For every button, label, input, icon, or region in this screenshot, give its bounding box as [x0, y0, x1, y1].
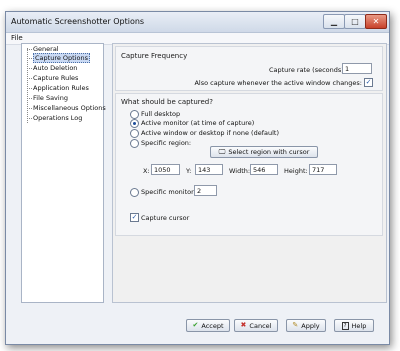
y-label: Y: — [186, 167, 192, 175]
also-capture-label: Also capture whenever the active window … — [194, 79, 362, 87]
capture-cursor-label: Capture cursor — [141, 214, 190, 222]
height-input[interactable]: 717 — [309, 164, 337, 175]
tree-item-capture-rules[interactable]: Capture Rules — [27, 74, 78, 83]
cancel-button[interactable]: ✖ Cancel — [234, 319, 278, 332]
checkmark-icon: ✓ — [365, 78, 372, 86]
title-bar[interactable]: Automatic Screenshotter Options ▁ □ ✕ — [6, 12, 389, 33]
radio-active-monitor[interactable] — [130, 119, 139, 128]
capture-frequency-heading: Capture Frequency — [121, 52, 188, 60]
tree-item-capture-options[interactable]: Capture Options — [27, 53, 90, 63]
tree-item-label: Capture Rules — [33, 74, 79, 82]
accept-label: Accept — [201, 321, 224, 330]
tree-item-operations-log[interactable]: Operations Log — [27, 114, 82, 123]
capture-options-panel: Capture Frequency Capture rate (seconds)… — [112, 43, 387, 303]
capture-cursor-checkbox[interactable]: ✓ — [130, 213, 139, 222]
maximize-icon: □ — [351, 17, 359, 26]
help-button[interactable]: ? Help — [334, 319, 374, 332]
radio-active-window[interactable] — [130, 129, 139, 138]
apply-label: Apply — [301, 321, 320, 330]
specific-monitor-input[interactable]: 2 — [194, 185, 217, 196]
check-icon: ✔ — [192, 321, 199, 329]
minimize-button[interactable]: ▁ — [323, 14, 345, 29]
height-label: Height: — [284, 167, 308, 175]
options-tree: General Capture Options Auto Deletion Ca… — [21, 43, 106, 303]
what-captured-heading: What should be captured? — [121, 98, 213, 106]
close-button[interactable]: ✕ — [365, 14, 387, 29]
minimize-icon: ▁ — [330, 17, 338, 26]
tree-item-label: General — [33, 45, 59, 53]
tree-item-application-rules[interactable]: Application Rules — [27, 84, 89, 93]
apply-button[interactable]: ✎ Apply — [286, 319, 326, 332]
specific-monitor-label: Specific monitor: — [141, 188, 196, 196]
tree-item-label: Auto Deletion — [33, 64, 78, 72]
close-icon: ✕ — [372, 17, 380, 26]
capture-rate-input[interactable]: 1 — [342, 63, 372, 74]
accept-button[interactable]: ✔ Accept — [186, 319, 230, 332]
x-label: X: — [143, 167, 150, 175]
y-input[interactable]: 143 — [195, 164, 223, 175]
help-icon: ? — [341, 321, 349, 330]
cancel-label: Cancel — [249, 321, 272, 330]
pencil-icon: ✎ — [292, 321, 299, 329]
width-input[interactable]: 546 — [250, 164, 278, 175]
x-icon: ✖ — [240, 321, 247, 329]
tree-item-auto-deletion[interactable]: Auto Deletion — [27, 64, 77, 73]
what-captured-group: What should be captured? Full desktop Ac… — [115, 93, 383, 236]
window-title: Automatic Screenshotter Options — [11, 17, 145, 26]
radio-full-desktop[interactable] — [130, 110, 139, 119]
select-region-button[interactable]: 🖵 Select region with cursor — [210, 146, 318, 158]
select-region-label: Select region with cursor — [228, 148, 310, 156]
also-capture-checkbox[interactable]: ✓ — [364, 78, 373, 87]
specific-region-label: Specific region: — [141, 139, 192, 147]
active-window-label: Active window or desktop if none (defaul… — [141, 129, 279, 137]
tree-item-label: Operations Log — [33, 114, 83, 122]
tree-item-label: Application Rules — [33, 84, 89, 92]
tree-item-label: File Saving — [33, 94, 68, 102]
tree-item-miscellaneous-options[interactable]: Miscellaneous Options — [27, 104, 106, 113]
capture-frequency-group: Capture Frequency Capture rate (seconds)… — [115, 46, 383, 91]
menu-file[interactable]: File — [11, 34, 23, 42]
tree-item-label: Capture Options — [33, 53, 90, 63]
full-desktop-label: Full desktop — [141, 110, 181, 118]
monitor-icon: 🖵 — [218, 147, 226, 156]
radio-specific-monitor[interactable] — [130, 188, 139, 197]
tree-item-file-saving[interactable]: File Saving — [27, 94, 68, 103]
width-label: Width: — [229, 167, 251, 175]
radio-specific-region[interactable] — [130, 139, 139, 148]
help-label: Help — [351, 321, 367, 330]
capture-rate-label: Capture rate (seconds): — [268, 66, 346, 74]
active-monitor-label: Active monitor (at time of capture) — [141, 119, 255, 127]
x-input[interactable]: 1050 — [151, 164, 180, 175]
checkmark-icon: ✓ — [131, 213, 138, 221]
maximize-button[interactable]: □ — [344, 14, 366, 29]
tree-item-label: Miscellaneous Options — [33, 104, 106, 112]
